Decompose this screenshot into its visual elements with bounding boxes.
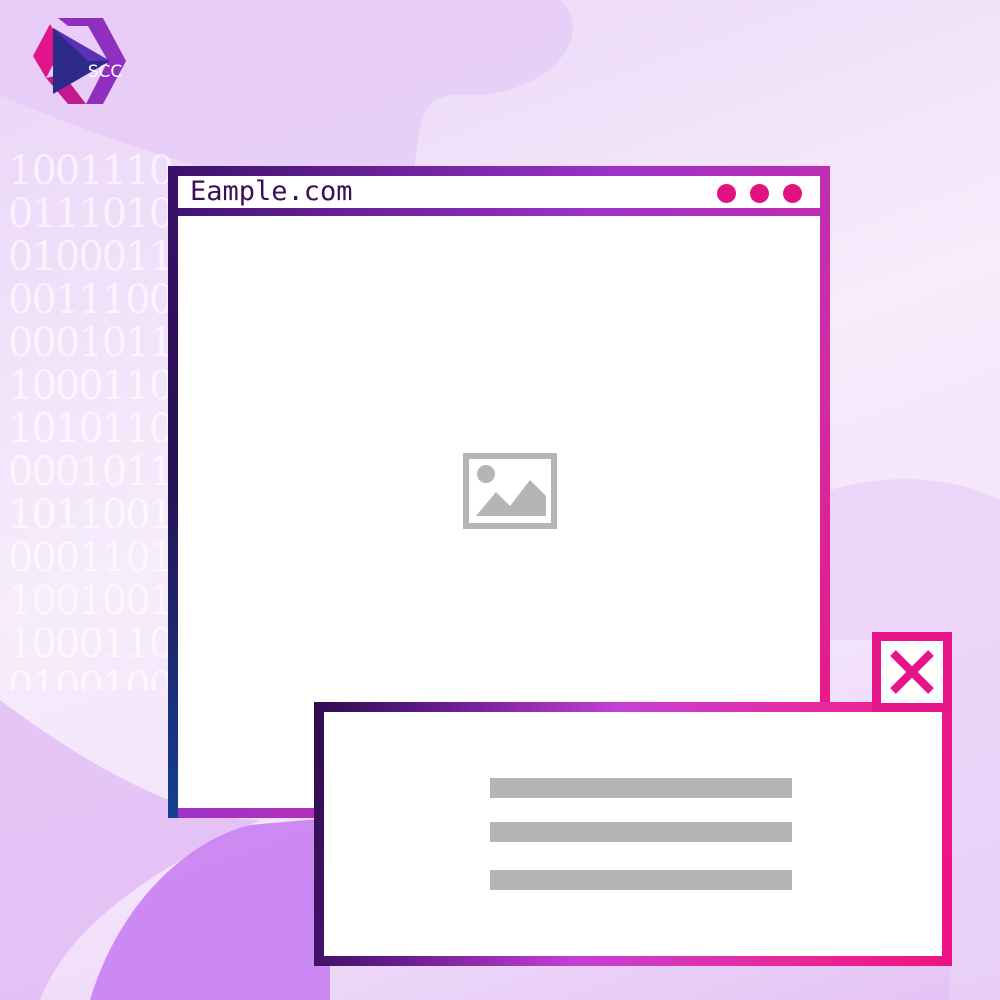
- logo-text: SCC: [87, 62, 123, 82]
- close-icon[interactable]: [887, 647, 937, 697]
- dialog-body: [324, 712, 942, 956]
- close-button-inner[interactable]: [881, 641, 943, 703]
- text-placeholder-line: [490, 778, 792, 798]
- browser-titlebar: Eample.com: [178, 176, 820, 208]
- window-title: Eample.com: [190, 176, 353, 207]
- binary-background-text: 1001110 0111010 0100011 0011100 0001011 …: [8, 150, 174, 690]
- scc-logo-icon: [33, 18, 126, 104]
- window-control-dot[interactable]: [750, 184, 769, 203]
- text-placeholder-line: [490, 822, 792, 842]
- window-controls: [717, 184, 802, 203]
- window-control-dot[interactable]: [783, 184, 802, 203]
- window-control-dot[interactable]: [717, 184, 736, 203]
- dialog-close-button[interactable]: [872, 632, 952, 712]
- popup-dialog: [314, 702, 952, 966]
- scc-logo: SCC: [28, 16, 128, 106]
- image-placeholder-icon: [463, 453, 557, 529]
- text-placeholder-line: [490, 870, 792, 890]
